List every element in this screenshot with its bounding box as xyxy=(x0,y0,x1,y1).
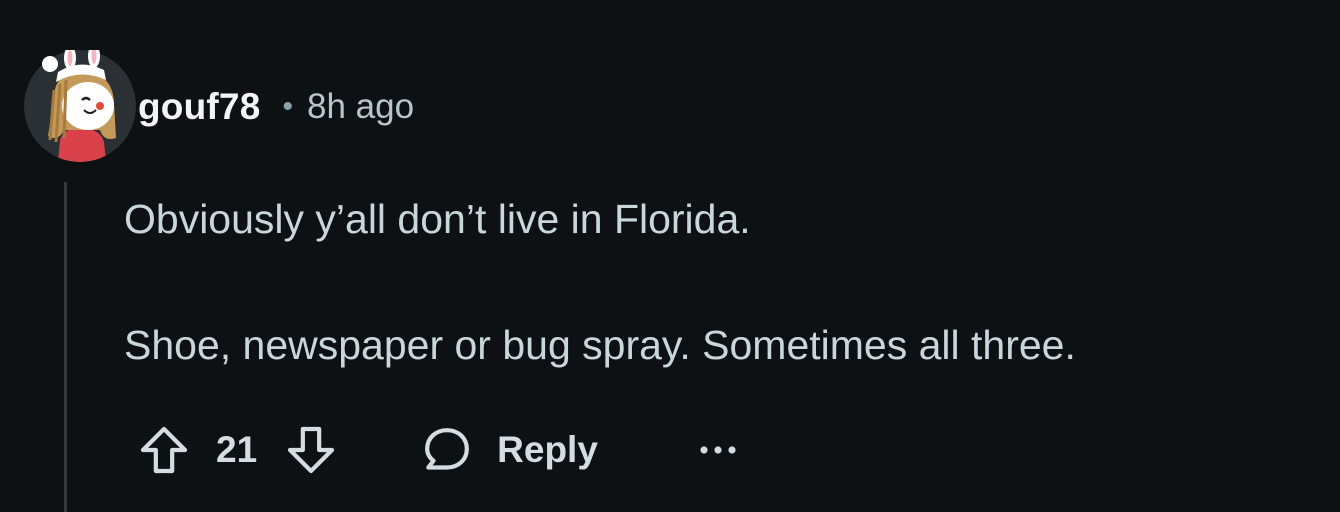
vote-score: 21 xyxy=(216,429,258,470)
upvote-button[interactable] xyxy=(136,422,192,478)
timestamp[interactable]: 8h ago xyxy=(307,87,414,127)
comment-paragraph: Shoe, newspaper or bug spray. Sometimes … xyxy=(124,322,1076,368)
thread-line[interactable] xyxy=(64,182,67,512)
meta-separator: • xyxy=(282,90,293,123)
comment-body: Obviously y’all don’t live in Florida. S… xyxy=(124,190,1076,374)
reply-label: Reply xyxy=(497,429,598,470)
user-avatar[interactable] xyxy=(24,44,136,162)
more-options-button[interactable] xyxy=(698,430,738,470)
ellipsis-icon xyxy=(700,446,736,454)
comment-actions: 21 Reply xyxy=(136,420,738,480)
comment-paragraph: Obviously y’all don’t live in Florida. xyxy=(124,196,751,242)
comment: gouf78 • 8h ago Obviously y’all don’t li… xyxy=(0,0,1340,512)
comment-header: gouf78 • 8h ago xyxy=(138,82,414,132)
reply-button[interactable]: Reply xyxy=(419,422,598,478)
speech-bubble-icon xyxy=(425,428,470,470)
avatar-image xyxy=(24,44,136,162)
arrow-down-icon xyxy=(288,426,335,474)
downvote-button[interactable] xyxy=(283,422,339,478)
arrow-up-icon xyxy=(140,426,188,474)
username-link[interactable]: gouf78 xyxy=(138,86,260,128)
